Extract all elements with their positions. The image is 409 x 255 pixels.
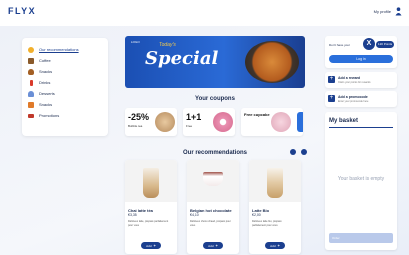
loyalty-text: Don't have your [329,43,350,47]
coupon-value: 1+1 [186,112,202,122]
top-bar: FLYX My profile [0,0,409,26]
plus-icon: + [153,243,156,248]
user-icon[interactable] [395,7,402,16]
plus-icon: + [277,243,280,248]
cupcake-image [271,112,291,132]
add-button[interactable]: Add + [265,242,285,249]
sidebar-item-label: Our recommendations [39,47,79,52]
basket-title: My basket [329,118,359,124]
add-button[interactable]: Add + [203,242,223,249]
coupons-title: Your coupons [195,96,235,102]
banner-logo: LOGO [131,40,140,44]
sidebar-item-snacks[interactable]: Snacks [28,66,102,77]
sidebar-item-promotions[interactable]: Promotions [28,110,102,121]
product-price: €2,00 [252,213,261,217]
sidebar-item-desserts[interactable]: Desserts [28,88,102,99]
app-logo[interactable]: FLYX [8,6,36,16]
sidebar-item-coffee[interactable]: Coffee [28,55,102,66]
loyalty-card: Don't have your X 120 Points Log in [325,36,397,68]
product-image [249,160,301,202]
add-label: Add [270,243,276,248]
latte-bio-glass-image [267,168,283,198]
product-card[interactable]: Chai latte tèa €3,35 Délicieux latte, pr… [125,160,177,254]
promo-title: Add a reward [338,76,361,80]
latte-glass-image [143,168,159,198]
product-card[interactable]: Belgian hot chocolate €4,10 Délicieux ch… [187,160,239,254]
promo-subtitle: Claim your points for rewards [338,81,371,84]
add-promocode-button[interactable]: + Add a promocode Enter your promocode h… [325,91,397,107]
product-price: €4,10 [190,213,199,217]
order-button[interactable]: Order [329,233,393,243]
cupcake-image-2 [297,112,303,132]
add-button[interactable]: Add + [141,242,161,249]
plus-icon: + [215,243,218,248]
product-image [125,160,177,202]
plus-icon: + [328,95,335,102]
basket-panel: My basket Your basket is empty Order [325,112,397,250]
sidebar-item-label: Coffee [39,58,51,63]
banner-headline: Special [145,48,219,69]
promo-title: Add a promocode [338,95,368,99]
sidebar-item-label: Desserts [39,91,55,96]
promo-subtitle: Enter your promocode here [338,100,369,103]
product-description: Délicieux latte bio, préparé parfaitemen… [252,220,282,227]
coupon-card[interactable]: -25% Bubble tea [125,108,177,136]
star-icon [28,46,34,53]
bubble-tea-image [155,112,175,132]
cupcake-icon [28,90,34,97]
coupon-label: Free [186,124,193,128]
coupon-card[interactable]: 1+1 Free [183,108,235,136]
category-sidebar: Our recommendations Coffee Snacks Drinks… [22,38,108,136]
product-price: €3,35 [128,213,137,217]
points-badge: 120 Points [376,41,394,48]
sidebar-item-recommendations[interactable]: Our recommendations [28,44,102,55]
product-description: Délicieux choco chaud, préparé pour vous [190,220,231,227]
hot-chocolate-cup-image [203,172,223,186]
login-button[interactable]: Log in [329,55,393,63]
ticket-icon [28,113,34,118]
x-logo-icon: X [363,38,375,50]
coupon-value: -25% [128,112,150,122]
bottle-icon [29,79,33,86]
coffee-icon [28,57,34,64]
sidebar-item-label: Snacks [39,102,53,107]
add-label: Add [208,243,214,248]
product-description: Délicieux latte, préparé parfaitement po… [128,220,169,227]
fries-icon [28,101,34,108]
basket-empty-message: Your basket is empty [337,176,385,182]
recommendations-title: Our recommendations [182,150,247,156]
promo-banner[interactable]: LOGO Today's Special [125,36,305,88]
sidebar-item-label: Promotions [39,113,60,118]
plus-icon: + [328,76,335,83]
sidebar-item-snacks-2[interactable]: Snacks [28,99,102,110]
product-image [187,160,239,202]
basket-divider [329,127,393,128]
coupon-value: Free cupcake [244,112,270,117]
coupons-carousel: -25% Bubble tea 1+1 Free Free cupcake [125,108,305,136]
banner-food-image [245,41,299,83]
sidebar-item-drinks[interactable]: Drinks [28,77,102,88]
add-label: Add [146,243,152,248]
my-profile-link[interactable]: My profile [374,9,391,14]
add-reward-button[interactable]: + Add a reward Claim your points for rew… [325,72,397,88]
donut-image [213,112,233,132]
coupon-label: Bubble tea [128,124,143,128]
coupon-card[interactable]: Free cupcake [241,108,303,136]
croissant-icon [28,68,34,75]
sidebar-item-label: Snacks [39,69,53,74]
sidebar-item-label: Drinks [39,80,51,85]
product-card[interactable]: Latte Bio €2,00 Délicieux latte bio, pré… [249,160,301,254]
